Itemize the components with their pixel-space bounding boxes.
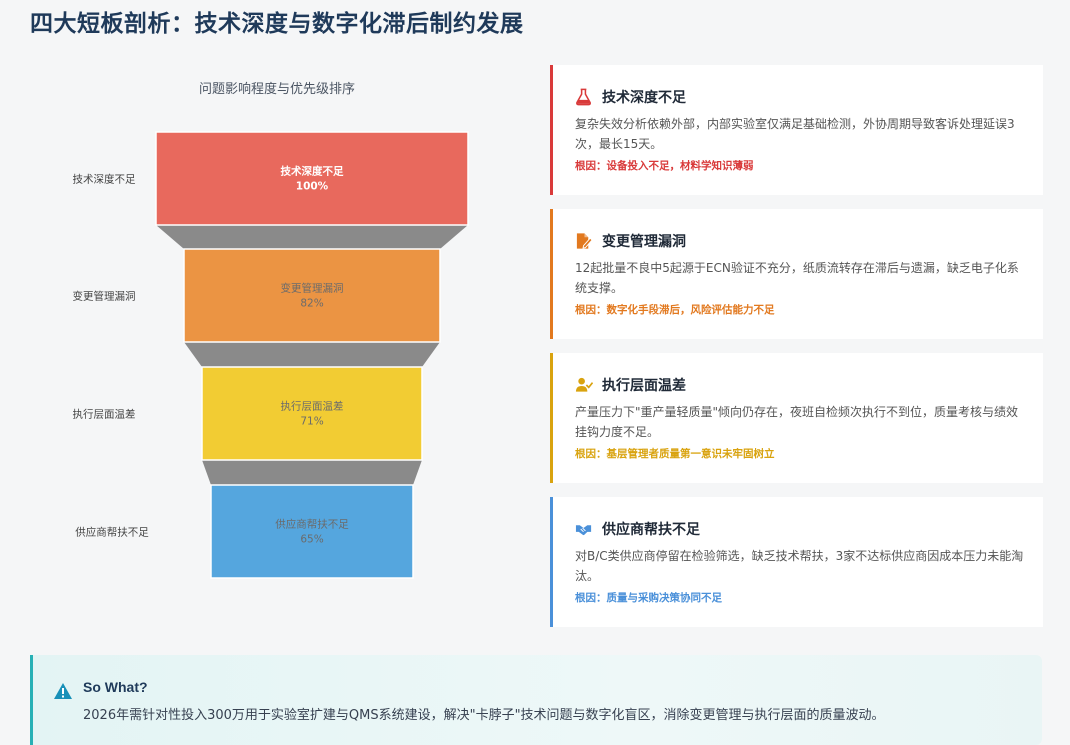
funnel-svg: 技术深度不足100%技术深度不足变更管理漏洞82%变更管理漏洞执行层面温差71%… (73, 131, 469, 579)
so-what-box: So What? 2026年需针对性投入300万用于实验室扩建与QMS系统建设，… (30, 655, 1042, 745)
card-root-cause: 根因：数字化手段滞后，风险评估能力不足 (575, 304, 775, 316)
file-edit-icon (576, 233, 593, 249)
card-root-cause: 根因：质量与采购决策协同不足 (575, 592, 722, 604)
card-header: 变更管理漏洞 (575, 231, 1025, 251)
funnel-bar (183, 248, 441, 343)
card-title: 变更管理漏洞 (602, 234, 686, 250)
user-check-icon (575, 377, 593, 392)
issue-card: 变更管理漏洞 12起批量不良中5起源于ECN验证不充分，纸质流转存在滞后与遗漏，缺… (550, 209, 1043, 339)
bar-label: 执行层面温差 (281, 400, 344, 413)
card-header: 执行层面温差 (575, 375, 1025, 395)
issue-card: 供应商帮扶不足对B/C类供应商停留在检验筛选，缺乏技术帮扶，3家不达标供应商因成… (550, 497, 1043, 627)
card-root-cause: 根因：设备投入不足，材料学知识薄弱 (575, 160, 754, 172)
funnel-connector (202, 460, 422, 485)
bar-value-label: 82% (300, 298, 323, 310)
card-header: 技术深度不足 (575, 87, 1025, 107)
so-what-title: So What? (83, 679, 148, 695)
funnel-bar (210, 484, 414, 579)
bar-value-label: 100% (296, 181, 329, 193)
funnel-bar (155, 131, 469, 226)
card-title: 技术深度不足 (602, 90, 686, 106)
issue-card: 技术深度不足复杂失效分析依赖外部，内部实验室仅满足基础检测，外协周期导致客诉处理… (550, 65, 1043, 195)
issue-card: 执行层面温差产量压力下"重产量轻质量"倾向仍存在，夜班自检频次执行不到位，质量考… (550, 353, 1043, 483)
card-root-cause: 根因：基层管理者质量第一意识未牢固树立 (575, 448, 775, 460)
flask-icon (576, 88, 592, 106)
category-tick-label: 变更管理漏洞 (73, 290, 136, 303)
card-title: 执行层面温差 (602, 378, 686, 394)
card-description: 12起批量不良中5起源于ECN验证不充分，纸质流转存在滞后与遗漏，缺乏电子化系统… (575, 261, 1019, 295)
page-title: 四大短板剖析：技术深度与数字化滞后制约发展 (30, 11, 524, 37)
card-description: 对B/C类供应商停留在检验筛选，缺乏技术帮扶，3家不达标供应商因成本压力未能淘汰… (575, 549, 1024, 583)
bar-label: 供应商帮扶不足 (275, 518, 349, 531)
category-tick-label: 供应商帮扶不足 (75, 526, 149, 539)
bar-value-label: 71% (300, 416, 323, 428)
card-description: 产量压力下"重产量轻质量"倾向仍存在，夜班自检频次执行不到位，质量考核与绩效挂钩… (575, 405, 1019, 439)
funnel-connector (156, 225, 468, 249)
funnel-chart: 问题影响程度与优先级排序 技术深度不足 100% 技术深度不足 变更管理漏洞 82% 变更… (30, 60, 530, 620)
bar-label: 变更管理漏洞 (281, 282, 344, 295)
category-tick-label: 执行层面温差 (73, 408, 136, 421)
so-what-text: 2026年需针对性投入300万用于实验室扩建与QMS系统建设，解决"卡脖子"技术… (83, 708, 885, 723)
bar-label: 技术深度不足 (281, 165, 344, 178)
category-tick-label: 技术深度不足 (73, 173, 136, 186)
bar-value-label: 65% (300, 534, 323, 546)
card-header: 供应商帮扶不足 (575, 519, 1025, 539)
funnel-connector (184, 342, 440, 367)
handshake-icon (575, 525, 592, 536)
warning-icon (54, 683, 72, 699)
funnel-bar (201, 366, 423, 461)
card-description: 复杂失效分析依赖外部，内部实验室仅满足基础检测，外协周期导致客诉处理延误3次，最… (575, 117, 1015, 151)
card-title: 供应商帮扶不足 (602, 522, 700, 538)
